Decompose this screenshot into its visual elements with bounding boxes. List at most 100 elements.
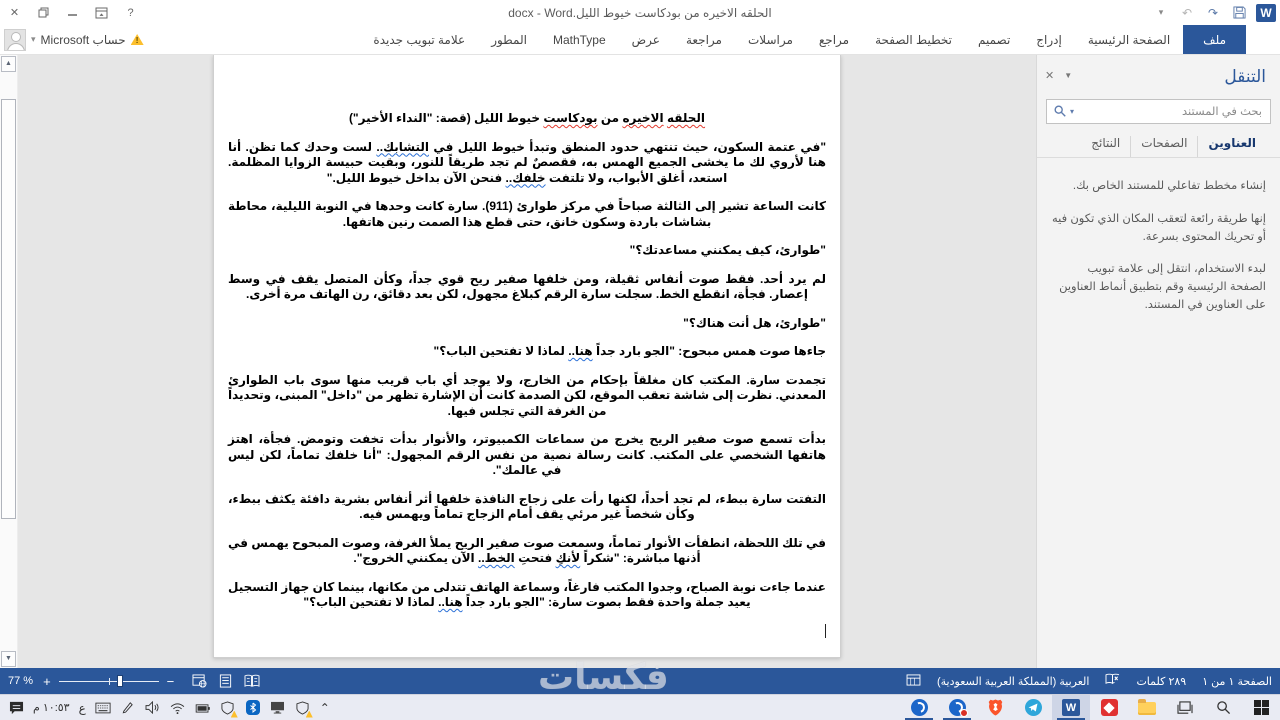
help-button[interactable]: ? xyxy=(116,0,145,25)
customize-qat-icon[interactable]: ▾ xyxy=(1150,0,1172,25)
document-heading[interactable]: الحلقه الاخيره من بودكاست خيوط الليل (قص… xyxy=(228,111,826,127)
scroll-down-icon[interactable]: ▼ xyxy=(1,651,16,667)
document-paragraph[interactable]: كانت الساعة تشير إلى الثالثة صباحاً في م… xyxy=(228,199,826,230)
navigation-pane-title: التنقل xyxy=(1224,67,1266,86)
document-paragraph[interactable]: "طوارئ، كيف يمكنني مساعدتك؟" xyxy=(228,243,826,259)
ribbon-tab[interactable]: الصفحة الرئيسية xyxy=(1075,25,1183,54)
search-input[interactable] xyxy=(1080,105,1270,118)
web-layout-view-icon[interactable] xyxy=(192,674,207,688)
account-area[interactable]: ▾ حساب Microsoft ! xyxy=(4,25,144,54)
ribbon-tab[interactable]: مراسلات xyxy=(735,25,806,54)
taskbar-brave-icon[interactable] xyxy=(976,695,1014,720)
navigation-tabs: العناوين الصفحات النتائج xyxy=(1037,124,1280,157)
navigation-pane-options-icon[interactable]: ▼ xyxy=(1064,71,1072,82)
document-paragraph[interactable]: "في عتمة السكون، حيث تنتهي حدود المنطق و… xyxy=(228,140,826,187)
taskbar-red-diamond-app-icon[interactable] xyxy=(1090,695,1128,720)
volume-icon[interactable] xyxy=(145,700,161,716)
nav-tab[interactable]: العناوين xyxy=(1197,136,1266,157)
ribbon-tab[interactable]: عرض xyxy=(619,25,673,54)
action-center-icon[interactable] xyxy=(8,700,24,716)
clock[interactable]: ١٠:٥٣ م xyxy=(33,701,70,714)
blue-squiggle-word: التشابك.. xyxy=(376,139,429,154)
taskbar-blue-circular-app-icon[interactable] xyxy=(900,695,938,720)
document-paragraph[interactable]: "طوارئ، هل أنت هناك؟" xyxy=(228,316,826,332)
monitor-icon[interactable] xyxy=(270,700,286,716)
scrollbar-thumb[interactable] xyxy=(1,99,16,519)
shield-warning-icon[interactable] xyxy=(295,700,313,718)
ribbon-display-options-button[interactable] xyxy=(87,0,116,25)
account-label: حساب Microsoft xyxy=(40,32,126,47)
shield-warning-icon[interactable] xyxy=(220,700,238,718)
account-dropdown-icon[interactable]: ▾ xyxy=(31,34,36,45)
search-dropdown-icon[interactable]: ▾ xyxy=(1070,107,1074,116)
pen-icon[interactable] xyxy=(120,700,136,716)
document-paragraph[interactable]: تجمدت سارة. المكتب كان مغلقاً بإحكام من … xyxy=(228,373,826,420)
taskbar-file-explorer-icon[interactable] xyxy=(1128,695,1166,720)
minimize-window-button[interactable] xyxy=(58,0,87,25)
restore-window-button[interactable] xyxy=(29,0,58,25)
ribbon-tab[interactable]: مراجع xyxy=(806,25,862,54)
taskbar-telegram-icon[interactable] xyxy=(1014,695,1052,720)
nav-tab[interactable]: الصفحات xyxy=(1130,136,1197,157)
redo-icon[interactable]: ↷ xyxy=(1202,0,1224,25)
taskbar-apps: W xyxy=(900,695,1280,720)
ribbon-tab[interactable]: إدراج xyxy=(1023,25,1075,54)
system-tray: ١٠:٥٣ م ع ⌃ xyxy=(0,695,330,720)
title-bar: ✕ ? الحلقه الاخيره من بودكاست خيوط الليل… xyxy=(0,0,1280,25)
document-paragraph[interactable]: عندما جاءت نوبة الصباح، وجدوا المكتب فار… xyxy=(228,580,826,611)
zoom-level[interactable]: 77 % xyxy=(8,675,33,687)
document-paragraph[interactable]: التفتت سارة ببطء، لم تجد أحداً، لكنها رأ… xyxy=(228,492,826,523)
navigation-pane-close-icon[interactable]: ✕ xyxy=(1045,69,1054,82)
document-paragraph[interactable]: جاءها صوت همس مبحوح: "الجو بارد جداً هنا… xyxy=(228,344,826,360)
word-count[interactable]: ٢٨٩ كلمات xyxy=(1136,675,1186,688)
tab-file[interactable]: ملف xyxy=(1183,25,1246,54)
task-view-icon[interactable] xyxy=(1166,695,1204,720)
taskbar-search-icon[interactable] xyxy=(1204,695,1242,720)
nav-tab[interactable]: النتائج xyxy=(1081,136,1130,157)
wifi-icon[interactable] xyxy=(170,700,186,716)
document-text[interactable]: الحلقه الاخيره من بودكاست خيوط الليل (قص… xyxy=(228,111,826,640)
proofing-errors-icon[interactable] xyxy=(1105,673,1120,689)
document-page[interactable]: الحلقه الاخيره من بودكاست خيوط الليل (قص… xyxy=(213,55,841,658)
document-paragraph[interactable]: لم يرد أحد. فقط صوت أنفاس ثقيلة، ومن خلف… xyxy=(228,272,826,303)
bluetooth-icon[interactable] xyxy=(245,700,261,716)
page-indicator[interactable]: الصفحة ١ من ١ xyxy=(1202,675,1272,688)
search-box: ▾ xyxy=(1046,99,1271,124)
ribbon-tab[interactable]: تصميم xyxy=(965,25,1023,54)
taskbar-blue-circular-app-badge-icon[interactable] xyxy=(938,695,976,720)
zoom-slider-thumb[interactable] xyxy=(116,675,123,687)
close-window-button[interactable]: ✕ xyxy=(0,0,29,25)
hidden-icons-chevron[interactable]: ⌃ xyxy=(320,701,330,715)
red-squiggle-word: بودكاست xyxy=(543,111,598,125)
touch-keyboard-icon[interactable] xyxy=(95,700,111,716)
navigation-pane: التنقل ✕ ▼ ▾ العناوينالصفحاتالنتائج إنشا… xyxy=(1036,55,1280,668)
status-bar: 77 % + − الصفحة ١ من ١ ٢٨٩ كلمات العربية… xyxy=(0,668,1280,694)
input-language-indicator[interactable]: ع xyxy=(79,701,86,715)
zoom-slider[interactable]: + − xyxy=(43,674,174,689)
ribbon-tab[interactable]: علامة تبويب جديدة xyxy=(360,25,478,54)
ribbon-tab[interactable]: المطور xyxy=(478,25,540,54)
zoom-out-icon[interactable]: − xyxy=(167,674,175,689)
read-mode-view-icon[interactable] xyxy=(244,674,260,688)
start-button[interactable] xyxy=(1242,695,1280,720)
search-icon[interactable] xyxy=(1053,104,1067,120)
vertical-scrollbar[interactable]: ▲ ▼ xyxy=(0,55,18,668)
ribbon-tab[interactable]: تخطيط الصفحة xyxy=(862,25,965,54)
document-paragraph[interactable]: في تلك اللحظة، انطفأت الأنوار تماماً، وس… xyxy=(228,536,826,567)
language-indicator[interactable]: العربية (المملكة العربية السعودية) xyxy=(937,675,1089,688)
save-icon[interactable] xyxy=(1228,0,1250,25)
document-paragraph[interactable]: بدأت تسمع صوت صفير الريح يخرج من سماعات … xyxy=(228,432,826,479)
red-squiggle-word: الحلقه xyxy=(666,111,706,125)
red-squiggle-word: الاخيره xyxy=(622,111,664,125)
taskbar-word-icon[interactable]: W xyxy=(1052,695,1090,720)
blue-squiggle-word: لأنكِ xyxy=(555,551,581,565)
grid-icon[interactable] xyxy=(906,673,921,689)
battery-icon[interactable] xyxy=(195,700,211,716)
zoom-in-icon[interactable]: + xyxy=(43,674,51,689)
print-layout-view-icon[interactable] xyxy=(219,674,232,688)
ribbon-tab[interactable]: MathType xyxy=(540,25,619,54)
ribbon-tab[interactable]: مراجعة xyxy=(673,25,735,54)
scroll-up-icon[interactable]: ▲ xyxy=(1,56,16,72)
undo-icon[interactable]: ↶ xyxy=(1176,0,1198,25)
main-area: ▲ ▼ الحلقه الاخيره من بودكاست خيوط الليل… xyxy=(0,55,1280,668)
